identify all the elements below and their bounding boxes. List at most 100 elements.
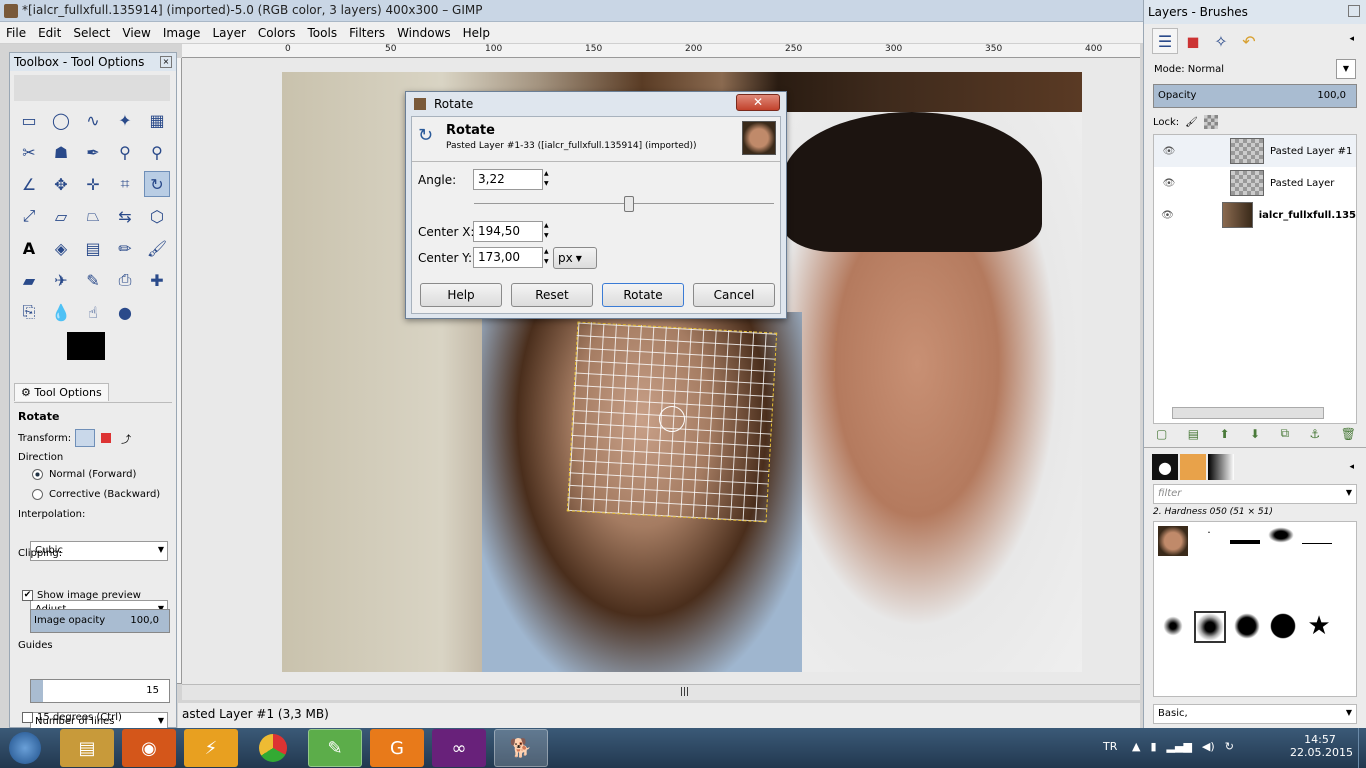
duplicate-layer-icon[interactable]: ⧉ bbox=[1281, 426, 1290, 441]
channels-tab-icon[interactable]: ◼ bbox=[1180, 28, 1206, 54]
zoom-icon[interactable]: ⚲ bbox=[144, 139, 170, 165]
ellipse-select-icon[interactable]: ◯ bbox=[48, 107, 74, 133]
center-y-input[interactable]: 173,00 bbox=[473, 247, 543, 268]
brushes-tab-icon[interactable]: ● bbox=[1152, 454, 1178, 480]
menu-windows[interactable]: Windows bbox=[397, 26, 451, 40]
scissors-icon[interactable]: ✂ bbox=[16, 139, 42, 165]
new-layer-group-icon[interactable]: ▤ bbox=[1188, 427, 1199, 441]
close-icon[interactable]: × bbox=[160, 56, 172, 68]
close-icon[interactable]: ✕ bbox=[736, 94, 780, 111]
angle-spinner[interactable]: ▲ ▼ bbox=[544, 169, 552, 190]
blur-icon[interactable]: 💧 bbox=[48, 299, 74, 325]
measure-icon[interactable]: ∠ bbox=[16, 171, 42, 197]
lock-alpha-icon[interactable] bbox=[1203, 115, 1218, 129]
pencil-icon[interactable]: ✏ bbox=[112, 235, 138, 261]
star-brush-icon[interactable]: ★ bbox=[1304, 611, 1334, 641]
color-picker-icon[interactable]: ⚲ bbox=[112, 139, 138, 165]
eye-icon[interactable]: 👁 bbox=[1154, 178, 1184, 189]
anchor-icon[interactable]: ⚓ bbox=[1310, 427, 1321, 441]
brush-item[interactable] bbox=[1232, 611, 1262, 641]
shear-icon[interactable]: ▱ bbox=[48, 203, 74, 229]
cage-icon[interactable]: ⬡ bbox=[144, 203, 170, 229]
direction-corrective-radio[interactable]: Corrective (Backward) bbox=[32, 489, 160, 500]
rotation-center-handle[interactable] bbox=[659, 406, 685, 432]
align-icon[interactable]: ✛ bbox=[80, 171, 106, 197]
menu-edit[interactable]: Edit bbox=[38, 26, 61, 40]
menu-layer[interactable]: Layer bbox=[212, 26, 245, 40]
chrome-taskbar-icon[interactable] bbox=[246, 729, 300, 767]
show-preview-checkbox[interactable]: ✔ Show image preview bbox=[22, 590, 141, 601]
foreground-color-swatch[interactable] bbox=[67, 332, 105, 360]
unit-select[interactable]: px ▼ bbox=[553, 247, 597, 269]
menu-tools[interactable]: Tools bbox=[308, 26, 338, 40]
brush-item[interactable] bbox=[1158, 526, 1188, 556]
gimp-taskbar-icon[interactable]: 🐕 bbox=[494, 729, 548, 767]
foxit-pdf-taskbar-icon[interactable]: G bbox=[370, 729, 424, 767]
chevron-down-icon[interactable]: ▼ bbox=[1346, 488, 1352, 497]
center-x-input[interactable]: 194,50 bbox=[473, 221, 543, 242]
help-button[interactable]: Help bbox=[420, 283, 502, 307]
menu-file[interactable]: File bbox=[6, 26, 26, 40]
menu-help[interactable]: Help bbox=[463, 26, 490, 40]
angle-input[interactable]: 3,22 bbox=[473, 169, 543, 190]
tab-menu-icon[interactable]: ◂ bbox=[1349, 34, 1354, 44]
eye-icon[interactable]: 👁 bbox=[1154, 146, 1184, 157]
brush-item-selected[interactable] bbox=[1194, 611, 1226, 643]
text-icon[interactable]: A bbox=[16, 235, 42, 261]
menu-colors[interactable]: Colors bbox=[258, 26, 296, 40]
brush-item[interactable] bbox=[1158, 611, 1188, 641]
maximize-icon[interactable] bbox=[1348, 5, 1360, 17]
color-select-icon[interactable]: ▦ bbox=[144, 107, 170, 133]
start-button[interactable] bbox=[2, 728, 48, 768]
clone-icon[interactable]: ⎙ bbox=[112, 267, 138, 293]
chevron-down-icon[interactable]: ▼ bbox=[1336, 59, 1356, 79]
eraser-icon[interactable]: ▰ bbox=[16, 267, 42, 293]
raise-layer-icon[interactable]: ⬆ bbox=[1220, 427, 1230, 441]
tray-expand-icon[interactable]: ▲ bbox=[1132, 740, 1140, 753]
winamp-taskbar-icon[interactable]: ⚡ bbox=[184, 729, 238, 767]
signal-icon[interactable]: ▂▄▆ bbox=[1167, 740, 1192, 753]
brush-item[interactable] bbox=[1266, 526, 1296, 544]
delete-layer-icon[interactable]: 🗑 bbox=[1341, 427, 1356, 441]
dodge-burn-icon[interactable]: ● bbox=[112, 299, 138, 325]
cancel-button[interactable]: Cancel bbox=[693, 283, 775, 307]
crop-icon[interactable]: ⌗ bbox=[112, 171, 138, 197]
layers-tab-icon[interactable]: ☰ bbox=[1152, 28, 1178, 54]
brush-item[interactable] bbox=[1302, 526, 1332, 544]
paintbrush-icon[interactable]: 🖌 bbox=[144, 235, 170, 261]
airbrush-icon[interactable]: ✈ bbox=[48, 267, 74, 293]
show-desktop-button[interactable] bbox=[1358, 728, 1366, 768]
transform-path-icon[interactable]: ⤴ bbox=[121, 431, 131, 446]
fuzzy-select-icon[interactable]: ✦ bbox=[112, 107, 138, 133]
patterns-tab-icon[interactable] bbox=[1180, 454, 1206, 480]
tab-tool-options[interactable]: ⚙ Tool Options bbox=[14, 382, 109, 401]
menu-image[interactable]: Image bbox=[163, 26, 201, 40]
angle-slider-handle[interactable] bbox=[624, 196, 634, 212]
lock-pixels-icon[interactable]: 🖌 bbox=[1185, 117, 1198, 128]
blend-icon[interactable]: ▤ bbox=[80, 235, 106, 261]
undo-history-tab-icon[interactable]: ↶ bbox=[1236, 28, 1262, 54]
menu-filters[interactable]: Filters bbox=[349, 26, 385, 40]
center-y-spinner[interactable]: ▲ ▼ bbox=[544, 247, 552, 268]
eye-icon[interactable]: 👁 bbox=[1154, 210, 1181, 221]
guides-count-slider[interactable]: 15 bbox=[30, 679, 170, 703]
transform-selection-icon[interactable] bbox=[101, 433, 112, 443]
layer-row[interactable]: 👁 Pasted Layer #1 bbox=[1154, 135, 1356, 167]
horizontal-scrollbar[interactable]: ||| bbox=[182, 684, 1140, 700]
layer-opacity-slider[interactable]: Opacity 100,0 bbox=[1153, 84, 1357, 108]
explorer-taskbar-icon[interactable]: ▤ bbox=[60, 729, 114, 767]
new-layer-icon[interactable]: ▢ bbox=[1156, 427, 1167, 441]
ink-icon[interactable]: ✎ bbox=[80, 267, 106, 293]
firefox-taskbar-icon[interactable]: ◉ bbox=[122, 729, 176, 767]
layers-scrollbar[interactable] bbox=[1172, 407, 1324, 419]
image-opacity-slider[interactable]: Image opacity 100,0 bbox=[30, 609, 170, 633]
rotate-icon[interactable]: ↻ bbox=[144, 171, 170, 197]
brush-filter-input[interactable]: filter ▼ bbox=[1153, 484, 1357, 504]
brush-item[interactable]: · bbox=[1194, 526, 1224, 556]
update-icon[interactable]: ↻ bbox=[1225, 740, 1234, 753]
direction-normal-radio[interactable]: Normal (Forward) bbox=[32, 469, 136, 480]
smudge-icon[interactable]: ☝ bbox=[80, 299, 106, 325]
language-indicator[interactable]: TR bbox=[1103, 740, 1117, 753]
rotate-button[interactable]: Rotate bbox=[602, 283, 684, 307]
bucket-fill-icon[interactable]: ◈ bbox=[48, 235, 74, 261]
